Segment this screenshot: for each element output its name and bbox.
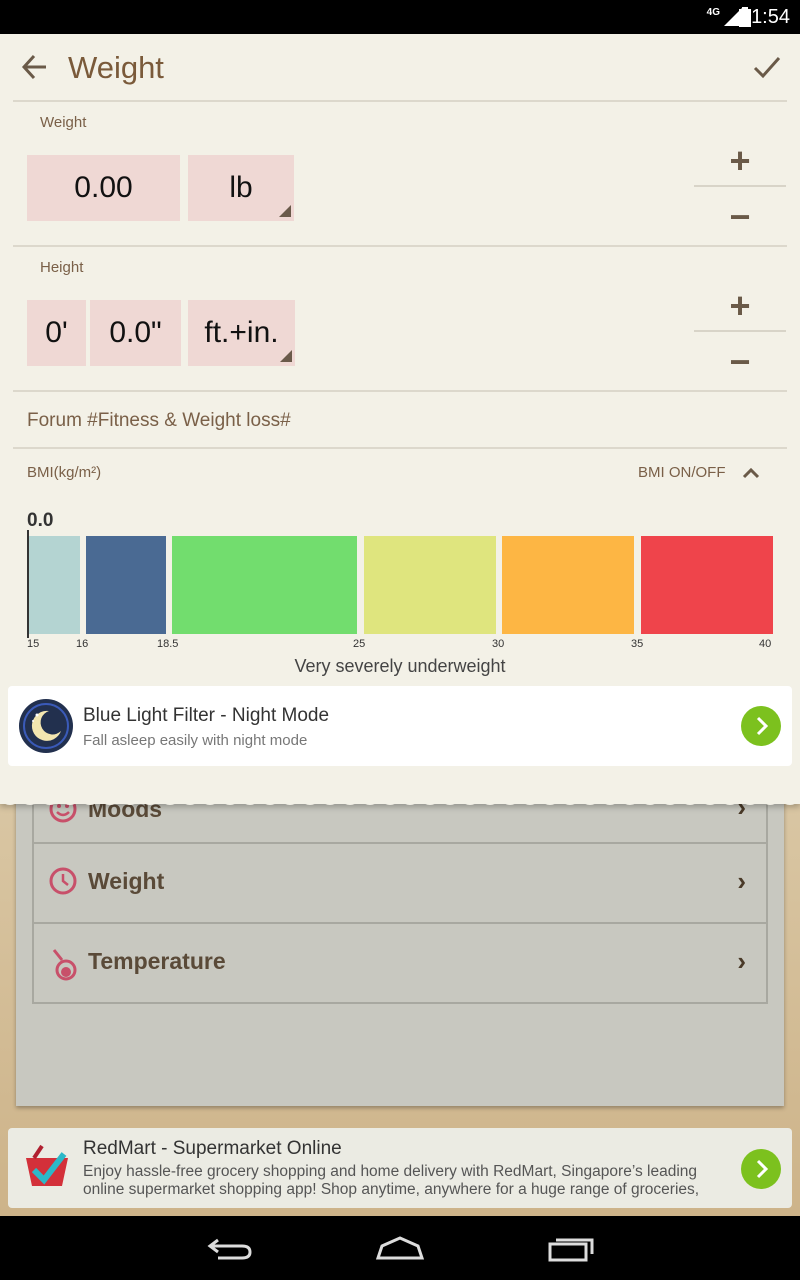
divider [13, 447, 787, 449]
bmi-segment-severely-underweight [86, 536, 166, 634]
bmi-tick: 35 [631, 638, 644, 650]
clock-icon [49, 867, 77, 895]
bmi-tick: 18.5 [157, 638, 179, 650]
bmi-segment-normal [172, 536, 357, 634]
home-nav-icon[interactable] [374, 1234, 426, 1262]
weight-increase-button[interactable]: + [694, 140, 786, 182]
divider [694, 330, 786, 332]
bmi-toggle-button[interactable]: BMI ON/OFF [638, 464, 726, 481]
dropdown-corner-icon [279, 205, 291, 217]
ad-banner-blue-light-filter[interactable]: Blue Light Filter - Night Mode Fall asle… [8, 686, 792, 766]
page-title: Weight [68, 50, 164, 85]
height-unit-label: ft.+in. [204, 316, 279, 349]
thermometer-icon [52, 949, 77, 981]
ad-description: Enjoy hassle-free grocery shopping and h… [83, 1163, 700, 1198]
forum-link[interactable]: Forum #Fitness & Weight loss# [27, 410, 291, 432]
bmi-tick: 30 [492, 638, 505, 650]
height-inches-field[interactable]: 0.0" [90, 300, 181, 366]
list-item-weight[interactable]: Weight › [34, 842, 766, 922]
battery-icon [739, 7, 751, 27]
check-icon[interactable] [752, 54, 782, 82]
divider [694, 185, 786, 187]
ad-banner-redmart[interactable]: RedMart - Supermarket Online Enjoy hassl… [8, 1128, 792, 1208]
weight-decrease-button[interactable]: − [694, 196, 786, 238]
bmi-tick: 16 [76, 638, 89, 650]
height-increase-button[interactable]: + [694, 285, 786, 327]
background-card: Moods › Weight › Temperature › [16, 792, 784, 1106]
status-bar: 4G 1:54 [0, 0, 800, 34]
back-nav-icon[interactable] [206, 1234, 254, 1262]
dropdown-corner-icon [280, 350, 292, 362]
weight-unit-select[interactable]: lb [188, 155, 294, 221]
arrow-left-icon[interactable] [20, 52, 50, 82]
recents-nav-icon[interactable] [546, 1234, 596, 1262]
background-list: Moods › Weight › Temperature › [32, 792, 768, 1004]
list-item-label: Temperature [88, 948, 226, 974]
chevron-right-icon: › [737, 946, 746, 976]
bmi-label: BMI(kg/m²) [27, 464, 102, 481]
chevron-right-icon [756, 716, 769, 736]
divider [13, 245, 787, 247]
chevron-right-icon [756, 1159, 769, 1179]
height-label: Height [40, 259, 84, 276]
ad-title: RedMart - Supermarket Online [83, 1138, 342, 1159]
ad-go-button[interactable] [741, 1149, 781, 1189]
bmi-tick: 25 [353, 638, 366, 650]
list-item-label: Weight [88, 868, 165, 894]
sheet-scalloped-edge [0, 790, 800, 805]
bmi-segment-very-severely-underweight [28, 536, 80, 634]
chevron-up-icon[interactable] [741, 466, 761, 480]
bmi-segment-overweight [364, 536, 496, 634]
network-type: 4G [706, 7, 720, 18]
height-unit-select[interactable]: ft.+in. [188, 300, 295, 366]
navigation-bar [0, 1216, 800, 1280]
bmi-scale [28, 536, 773, 634]
basket-icon [26, 1144, 68, 1186]
bmi-tick: 15 [27, 638, 40, 650]
ad-title: Blue Light Filter - Night Mode [83, 705, 330, 726]
clock: 1:54 [751, 6, 790, 28]
list-item-temperature[interactable]: Temperature › [34, 922, 766, 1002]
height-decrease-button[interactable]: − [694, 341, 786, 383]
divider [13, 390, 787, 392]
height-feet-field[interactable]: 0' [27, 300, 86, 366]
bmi-tick: 40 [759, 638, 772, 650]
bmi-segment-obese [502, 536, 634, 634]
bmi-marker [27, 530, 29, 638]
chevron-right-icon: › [737, 866, 746, 896]
weight-label: Weight [40, 114, 87, 131]
weight-value-field[interactable]: 0.00 [27, 155, 180, 221]
bmi-category: Very severely underweight [294, 656, 506, 676]
bmi-segment-severely-obese [641, 536, 773, 634]
moon-icon [19, 699, 73, 753]
ad-description: Fall asleep easily with night mode [83, 732, 308, 749]
bmi-value: 0.0 [27, 510, 54, 531]
divider [13, 100, 787, 102]
ad-go-button[interactable] [741, 706, 781, 746]
weight-unit-label: lb [229, 171, 253, 204]
